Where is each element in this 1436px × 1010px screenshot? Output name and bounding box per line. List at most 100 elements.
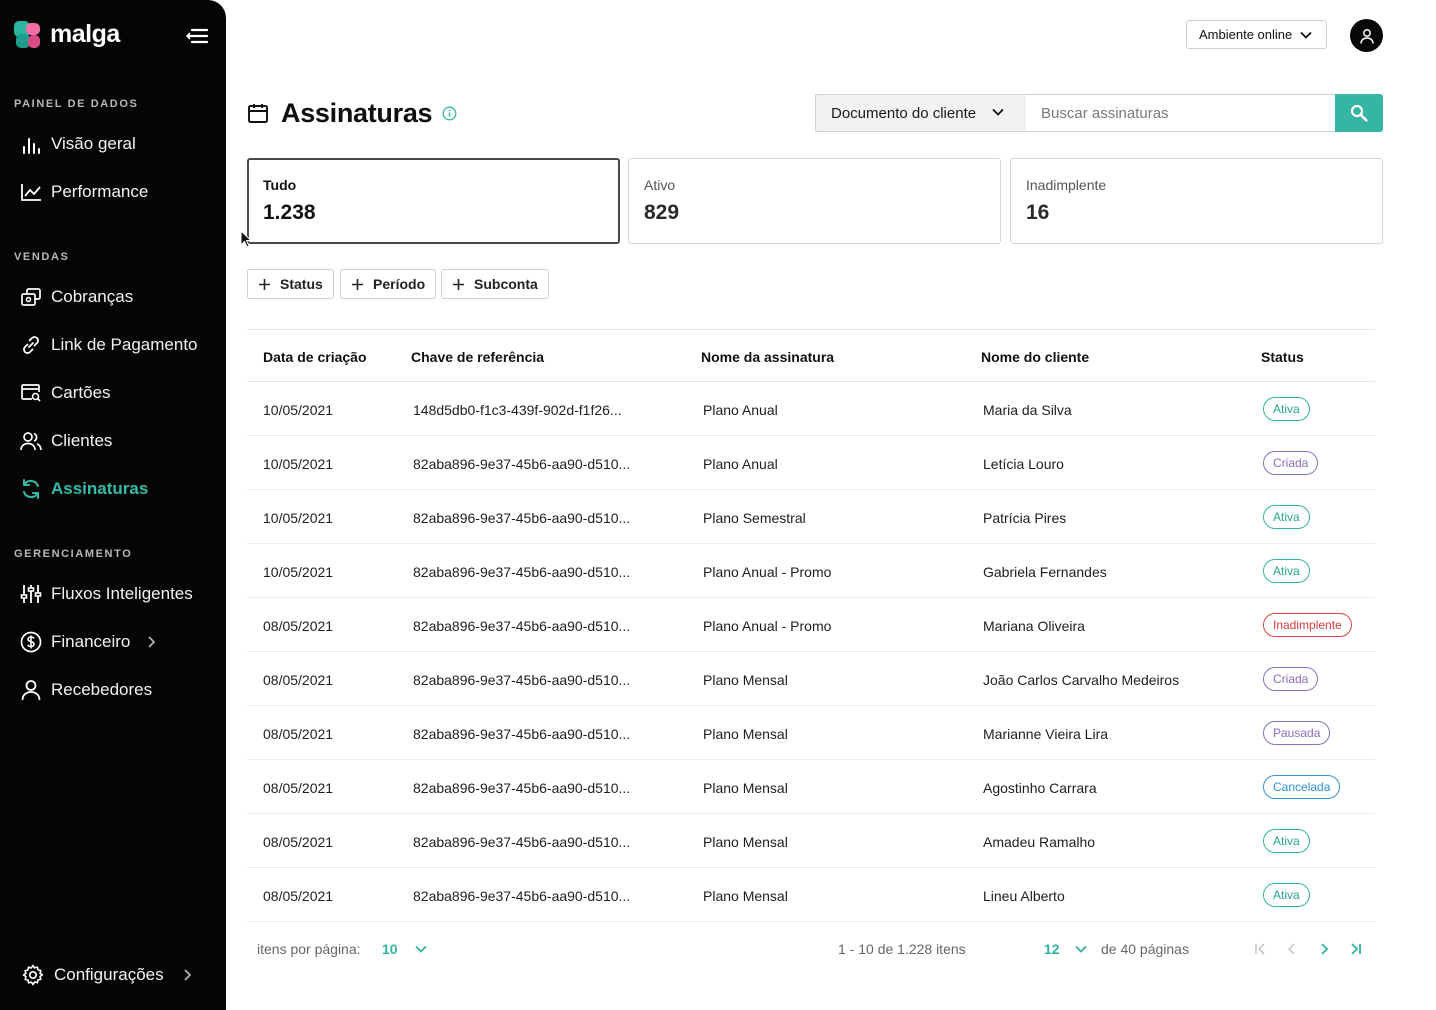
sidebar-item-visao-geral[interactable]: Visão geral [20,130,136,158]
column-header-nome-cliente[interactable]: Nome do cliente [981,349,1089,365]
last-page-icon[interactable] [1348,941,1364,957]
column-header-status[interactable]: Status [1261,349,1304,365]
section-title-vendas: VENDAS [14,251,70,263]
card-search-icon [20,382,42,404]
users-icon [20,430,42,452]
table-row[interactable]: 10/05/2021 82aba896-9e37-45b6-aa90-d510..… [247,436,1375,490]
sidebar-item-recebedores[interactable]: Recebedores [20,676,152,704]
previous-page-icon[interactable] [1284,941,1300,957]
filter-status-button[interactable]: Status [247,269,334,299]
chevron-right-icon [148,636,156,648]
brand-name: malga [50,20,120,48]
stat-card-ativo[interactable]: Ativo 829 [628,158,1001,244]
menu-collapse-icon[interactable] [185,27,209,45]
stat-card-value: 829 [644,201,680,224]
cell-chave-referencia: 82aba896-9e37-45b6-aa90-d510... [413,510,631,526]
charges-icon [20,286,42,308]
sidebar-item-label: Cartões [51,383,111,402]
stat-card-tudo[interactable]: Tudo 1.238 [247,158,620,244]
sidebar-item-label: Cobranças [51,287,134,306]
bar-chart-icon [20,133,42,155]
sidebar-item-label: Financeiro [51,632,131,651]
chevron-down-icon[interactable] [1073,941,1089,957]
cell-nome-assinatura: Plano Mensal [703,726,788,742]
filter-periodo-button[interactable]: Período [340,269,437,299]
search-icon [1350,104,1368,122]
search-field-select[interactable]: Documento do cliente [815,94,1027,132]
table-row[interactable]: 08/05/2021 82aba896-9e37-45b6-aa90-d510..… [247,760,1375,814]
sidebar-item-cobrancas[interactable]: Cobranças [20,283,133,311]
filter-subconta-button[interactable]: Subconta [441,269,549,299]
filter-label: Subconta [474,276,538,292]
search-input[interactable] [1026,94,1336,132]
stat-card-value: 16 [1026,201,1050,224]
stat-card-label: Inadimplente [1026,177,1107,193]
cell-chave-referencia: 82aba896-9e37-45b6-aa90-d510... [413,618,631,634]
table-body: 10/05/2021 148d5db0-f1c3-439f-902d-f1f26.… [247,382,1375,922]
stat-card-inadimplente[interactable]: Inadimplente 16 [1010,158,1383,244]
cell-data-criacao: 08/05/2021 [263,672,334,688]
page-title: Assinaturas [281,97,433,128]
cell-nome-assinatura: Plano Semestral [703,510,806,526]
column-header-chave[interactable]: Chave de referência [411,349,544,365]
avatar[interactable] [1350,19,1383,52]
cell-chave-referencia: 82aba896-9e37-45b6-aa90-d510... [413,834,631,850]
sidebar-item-financeiro[interactable]: Financeiro [20,628,156,656]
info-icon[interactable] [442,106,457,121]
sidebar-item-link-de-pagamento[interactable]: Link de Pagamento [20,331,198,359]
cell-data-criacao: 08/05/2021 [263,780,334,796]
cell-nome-cliente: João Carlos Carvalho Medeiros [983,672,1180,688]
status-badge: Criada [1263,667,1319,691]
first-page-icon[interactable] [1252,941,1268,957]
table-row[interactable]: 10/05/2021 82aba896-9e37-45b6-aa90-d510..… [247,490,1375,544]
sidebar-item-cartoes[interactable]: Cartões [20,379,111,407]
table-row[interactable]: 10/05/2021 82aba896-9e37-45b6-aa90-d510..… [247,544,1375,598]
sidebar-item-label: Assinaturas [51,479,149,498]
mouse-cursor-icon [240,230,252,248]
column-header-nome-assinatura[interactable]: Nome da assinatura [701,349,834,365]
cell-data-criacao: 08/05/2021 [263,726,334,742]
table-row[interactable]: 08/05/2021 82aba896-9e37-45b6-aa90-d510..… [247,706,1375,760]
current-page-select[interactable]: 12 [1044,941,1060,957]
search-button[interactable] [1335,94,1383,132]
cell-chave-referencia: 82aba896-9e37-45b6-aa90-d510... [413,564,631,580]
cell-nome-assinatura: Plano Mensal [703,672,788,688]
status-badge: Ativa [1263,829,1310,853]
status-badge: Inadimplente [1263,613,1352,637]
chevron-right-icon [184,969,191,981]
cell-nome-cliente: Patrícia Pires [983,510,1067,526]
sidebar-item-configuracoes[interactable]: Configurações [22,964,192,986]
column-header-data[interactable]: Data de criação [263,349,367,365]
stat-card-label: Tudo [263,177,297,193]
section-title-gerenciamento: GERENCIAMENTO [14,548,133,560]
cell-chave-referencia: 148d5db0-f1c3-439f-902d-f1f26... [413,402,622,418]
malga-logo-icon [14,20,42,49]
subscriptions-table: Data de criação Chave de referência Nome… [247,329,1375,922]
table-row[interactable]: 08/05/2021 82aba896-9e37-45b6-aa90-d510..… [247,868,1375,922]
table-row[interactable]: 08/05/2021 82aba896-9e37-45b6-aa90-d510..… [247,814,1375,868]
next-page-icon[interactable] [1316,941,1332,957]
cell-data-criacao: 10/05/2021 [263,510,334,526]
sidebar-item-label: Visão geral [51,134,136,153]
sidebar-item-clientes[interactable]: Clientes [20,427,112,455]
environment-select[interactable]: Ambiente online [1186,20,1327,49]
cell-data-criacao: 08/05/2021 [263,888,334,904]
sidebar-item-fluxos-inteligentes[interactable]: Fluxos Inteligentes [20,580,193,608]
brand-logo[interactable]: malga [14,20,120,49]
table-row[interactable]: 08/05/2021 82aba896-9e37-45b6-aa90-d510..… [247,598,1375,652]
stat-card-label: Ativo [644,177,676,193]
items-range: 1 - 10 de 1.228 itens [838,941,966,957]
filter-label: Período [373,276,426,292]
table-row[interactable]: 10/05/2021 148d5db0-f1c3-439f-902d-f1f26.… [247,382,1375,436]
table-row[interactable]: 08/05/2021 82aba896-9e37-45b6-aa90-d510..… [247,652,1375,706]
cell-data-criacao: 08/05/2021 [263,618,334,634]
refresh-icon [20,478,42,500]
sidebar-item-performance[interactable]: Performance [20,178,148,206]
cell-chave-referencia: 82aba896-9e37-45b6-aa90-d510... [413,888,631,904]
chevron-down-icon[interactable] [413,941,429,957]
sidebar-item-assinaturas[interactable]: Assinaturas [20,475,148,503]
per-page-select[interactable]: 10 [382,941,398,957]
stat-card-value: 1.238 [263,201,316,224]
table-header: Data de criação Chave de referência Nome… [247,330,1375,382]
cell-data-criacao: 10/05/2021 [263,564,334,580]
